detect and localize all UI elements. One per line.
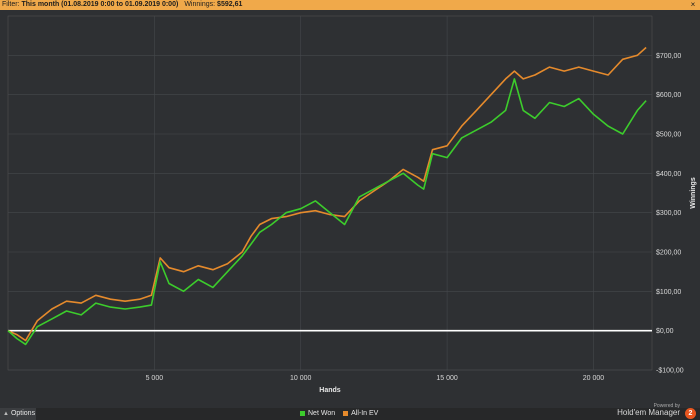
y-tick-label: $500,00	[656, 132, 681, 139]
y-tick-label: $700,00	[656, 53, 681, 60]
y-tick-label: $300,00	[656, 210, 681, 217]
y-tick-label: $0,00	[656, 328, 674, 335]
legend-item[interactable]: Net Won	[300, 409, 335, 419]
y-axis-title: Winnings	[690, 177, 697, 209]
close-icon[interactable]: ×	[689, 1, 697, 9]
bottom-bar: ▲ Options Net Won All-In EV Powered by Hol…	[0, 404, 700, 420]
chart-area: -$100,00 $0,00 $100,00 $200,00 $300,00 $400,0…	[0, 10, 700, 408]
x-tick-label: 10 000	[290, 375, 312, 382]
y-tick-label: -$100,00	[656, 368, 684, 375]
legend-swatch	[300, 410, 305, 416]
triangle-up-icon: ▲	[3, 411, 9, 417]
y-tick-label: $400,00	[656, 171, 681, 178]
options-label: Options	[10, 410, 36, 417]
brand-name: Hold'em Manager	[617, 408, 680, 417]
x-tick-label: 15 000	[436, 375, 458, 382]
x-tick-label: 5 000	[146, 375, 164, 382]
winnings-value: $592,61	[217, 1, 243, 8]
legend-item[interactable]: All-In EV	[343, 409, 378, 419]
winnings-label: Winnings:	[184, 1, 216, 8]
winnings-chart: -$100,00 $0,00 $100,00 $200,00 $300,00 $400,0…	[7, 15, 697, 394]
filter-label: Filter:	[2, 1, 20, 8]
y-tick-label: $200,00	[656, 250, 681, 257]
filter-bar: Filter: This month (01.08.2019 0:00 to 01…	[0, 0, 700, 10]
brand: Powered by Hold'em Manager	[617, 404, 680, 417]
filter-range[interactable]: This month (01.08.2019 0:00 to 01.09.201…	[22, 0, 179, 10]
x-tick-label: 20 000	[583, 375, 605, 382]
y-tick-label: $600,00	[656, 92, 681, 99]
chart-legend: Net Won All-In EV	[300, 409, 386, 419]
legend-label: Net Won	[308, 410, 336, 417]
hem-logo-icon: 2	[685, 408, 696, 419]
legend-label: All-In EV	[351, 410, 379, 417]
options-button[interactable]: ▲ Options	[0, 408, 36, 420]
legend-swatch	[343, 410, 349, 416]
x-axis-title: Hands	[319, 387, 341, 394]
y-tick-label: $100,00	[656, 289, 681, 296]
